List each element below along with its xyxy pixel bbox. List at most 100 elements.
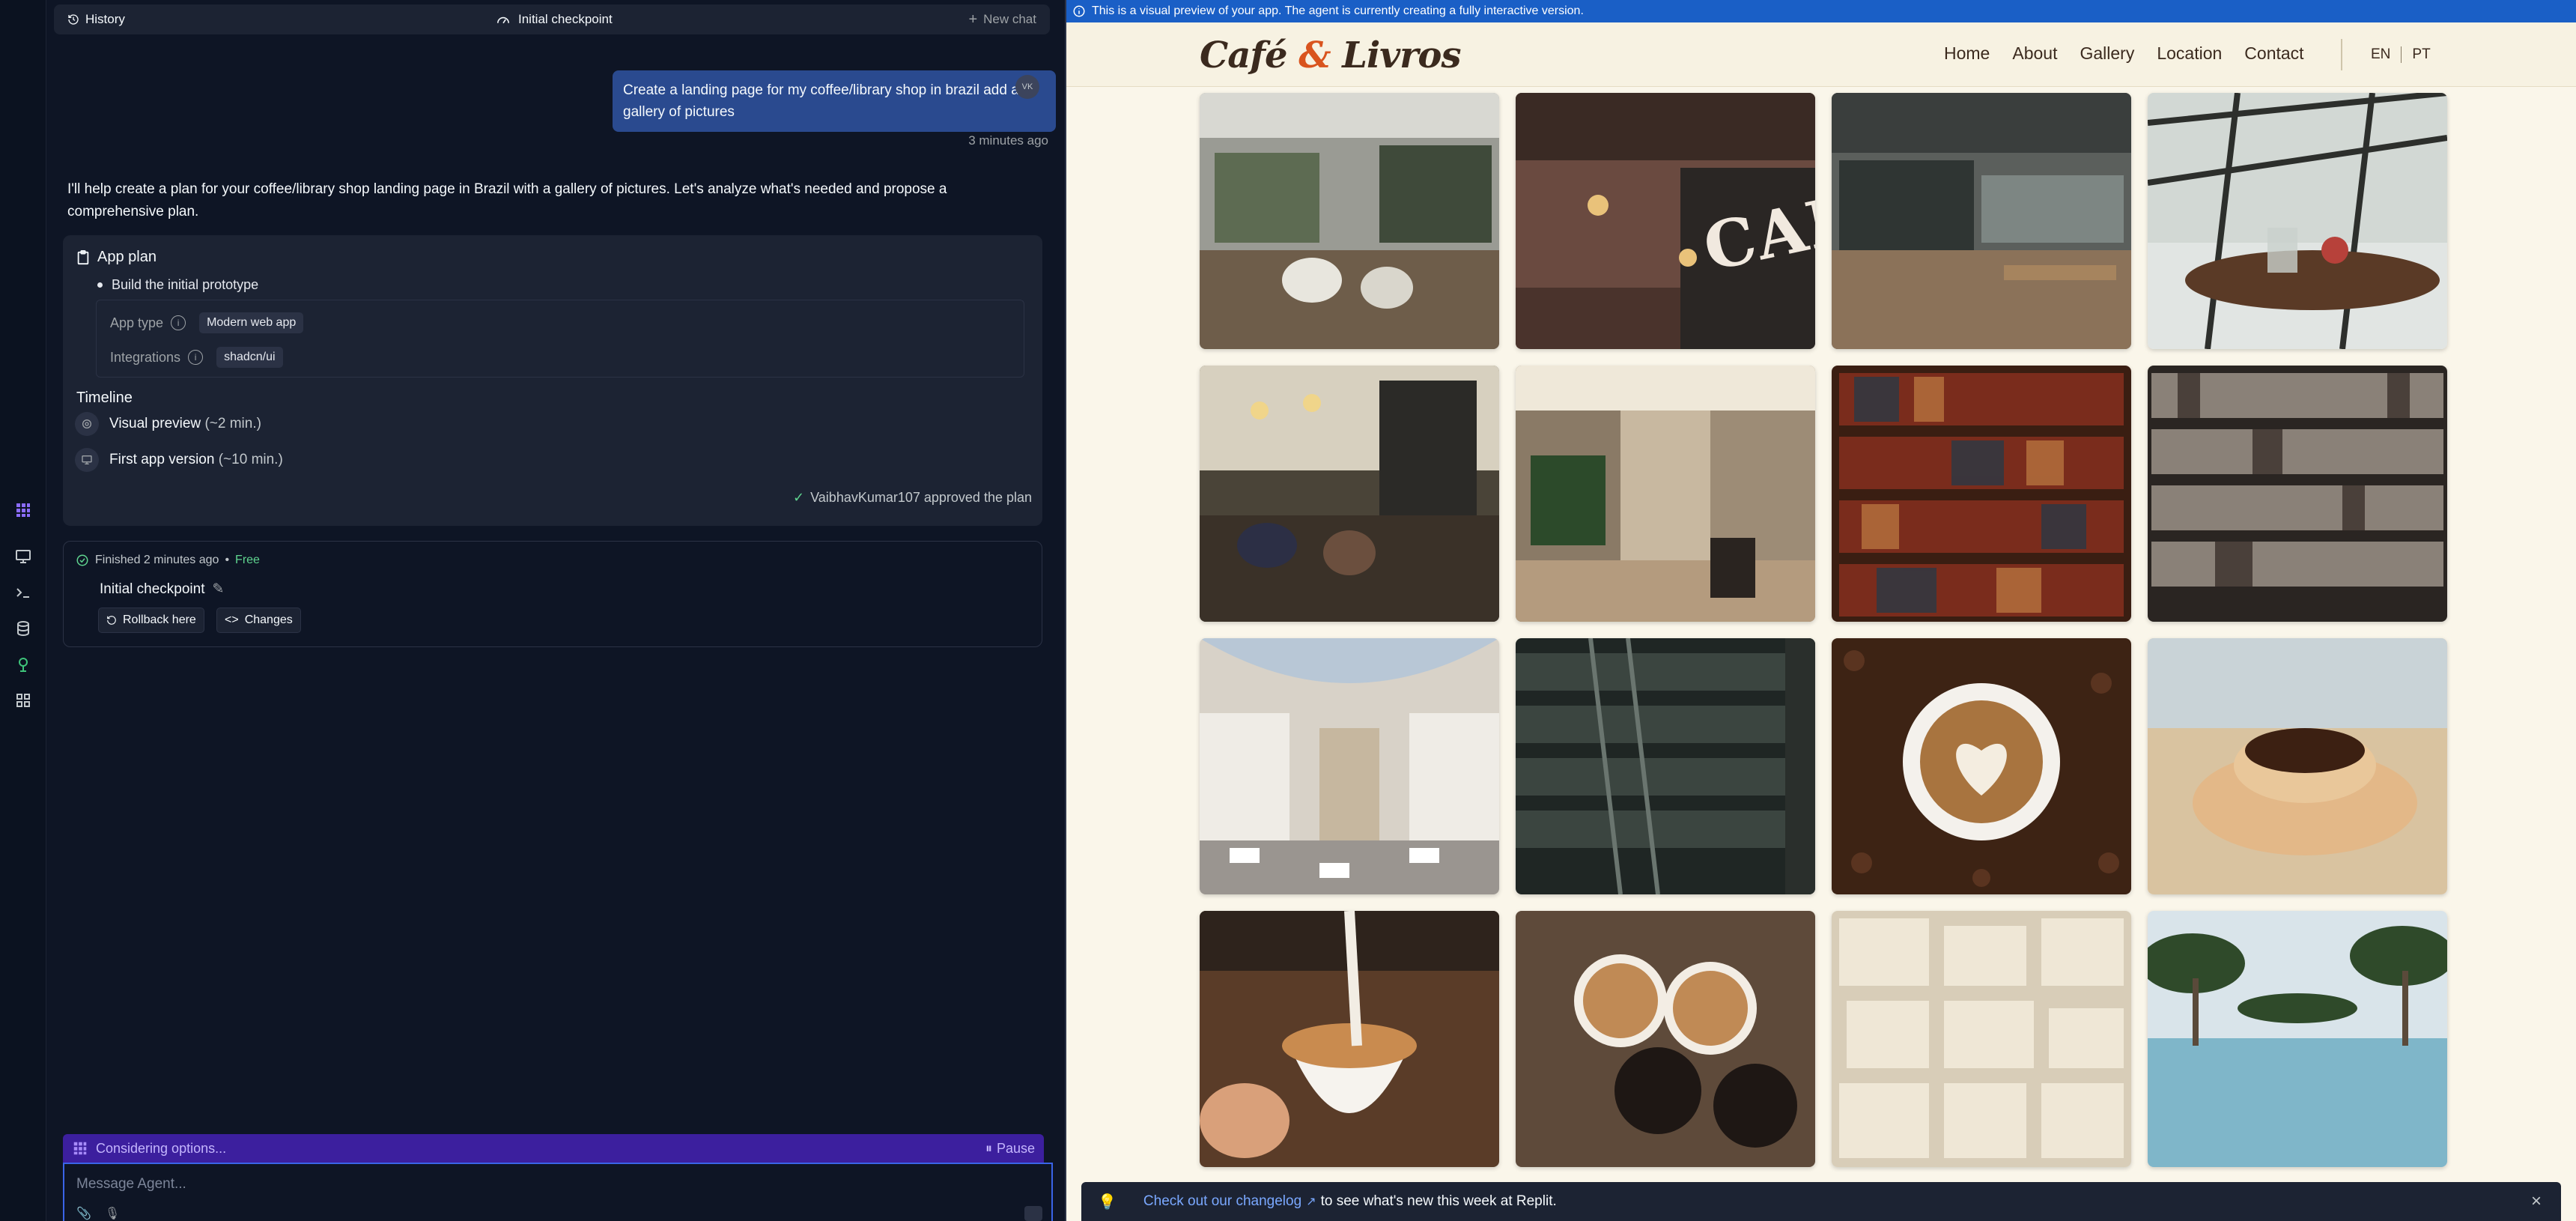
avatar[interactable]: VK <box>1015 75 1039 99</box>
nav-contact[interactable]: Contact <box>2244 43 2303 64</box>
gallery-photo-latte-pour[interactable] <box>1200 911 1499 1167</box>
check-icon: ✓ <box>793 490 805 505</box>
app-type-chip: Modern web app <box>199 312 304 333</box>
plus-icon: + <box>968 10 978 28</box>
rollback-button[interactable]: Rollback here <box>98 608 204 633</box>
site-navbar: Café & Livros Home About Gallery Locatio… <box>1066 22 2576 87</box>
agent-logo-icon[interactable] <box>9 496 37 524</box>
timeline-item-first-version: First app version (~10 min.) <box>75 448 283 472</box>
changelog-link[interactable]: Check out our changelog ↗ <box>1143 1193 1316 1210</box>
icon-rail <box>0 0 46 1221</box>
site-logo[interactable]: Café & Livros <box>1200 34 1461 76</box>
gallery-photo-bookshelf-red[interactable] <box>1832 366 2131 622</box>
eye-icon <box>75 412 99 436</box>
send-button[interactable] <box>1024 1206 1042 1221</box>
integrations-chip: shadcn/ui <box>216 347 283 368</box>
code-icon: <> <box>225 613 239 626</box>
checkpoint-status-text: Finished 2 minutes ago <box>95 554 219 566</box>
timeline-item-visual-preview: Visual preview (~2 min.) <box>75 412 261 436</box>
gallery-photo-bookshelf-gray[interactable] <box>2148 366 2447 622</box>
changes-button[interactable]: <> Changes <box>216 608 301 633</box>
lang-pt[interactable]: PT <box>2412 46 2430 63</box>
user-message: Create a landing page for my coffee/libr… <box>613 70 1056 132</box>
nav-links: Home About Gallery Location Contact <box>1944 43 2304 64</box>
pause-label: Pause <box>996 1140 1035 1156</box>
integrations-label: Integrations <box>110 349 181 365</box>
gallery-photo-grand-library[interactable] <box>1200 638 1499 894</box>
close-icon[interactable]: × <box>2531 1191 2542 1212</box>
external-link-icon: ↗ <box>1306 1196 1316 1208</box>
attach-icon[interactable]: 📎 <box>76 1206 91 1221</box>
pause-icon: ⏸ <box>985 1140 992 1156</box>
database-icon[interactable] <box>9 614 37 643</box>
lightbulb-icon: 💡 <box>1098 1193 1117 1211</box>
checkpoint-name: Initial checkpoint ✎ <box>100 581 224 598</box>
toast-text: to see what's new this week at Replit. <box>1320 1193 1557 1209</box>
monitor-icon[interactable] <box>9 542 37 571</box>
gallery-photo-busy-cafe[interactable] <box>1200 366 1499 622</box>
plan-bullet: Build the initial prototype <box>97 277 258 293</box>
gallery-photo-latte-beans[interactable] <box>1832 638 2131 894</box>
timeline-label: Visual preview <box>109 416 201 431</box>
changelog-toast: 💡 Check out our changelog ↗ to see what'… <box>1081 1182 2561 1221</box>
changelog-link-text: Check out our changelog <box>1143 1193 1302 1209</box>
logo-word-cafe: Café <box>1200 34 1299 76</box>
gallery-photo-coffee-cheers[interactable] <box>1516 911 1815 1167</box>
preview-banner: This is a visual preview of your app. Th… <box>1066 0 2576 22</box>
nav-location[interactable]: Location <box>2157 43 2222 64</box>
gallery-photo-open-books[interactable] <box>1832 911 2131 1167</box>
timeline-eta: (~10 min.) <box>218 452 283 467</box>
checkpoint-indicator[interactable]: Initial checkpoint <box>496 12 613 27</box>
gallery-photo-coffee-cup-table[interactable] <box>2148 638 2447 894</box>
gallery-photo-industrial-cafe[interactable] <box>1832 93 2131 349</box>
lang-en[interactable]: EN <box>2371 46 2390 63</box>
history-icon <box>107 616 116 625</box>
plan-details: App type i Modern web app Integrations i… <box>96 300 1024 378</box>
approval-status: ✓ VaibhavKumar107 approved the plan <box>793 490 1032 506</box>
pencil-icon[interactable]: ✎ <box>212 581 224 598</box>
nav-divider <box>2341 39 2342 70</box>
rollback-label: Rollback here <box>123 613 196 626</box>
nav-gallery[interactable]: Gallery <box>2080 43 2134 64</box>
gallery-photo-cafe-interior[interactable] <box>1200 93 1499 349</box>
approved-text: VaibhavKumar107 approved the plan <box>810 490 1032 505</box>
gallery-photo-cafe-sign[interactable]: CAFE <box>1516 93 1815 349</box>
gallery-photo-street-cafe[interactable] <box>1516 366 1815 622</box>
terminal-icon[interactable] <box>9 578 37 607</box>
history-icon <box>68 14 79 25</box>
nav-about[interactable]: About <box>2012 43 2057 64</box>
history-button[interactable]: History <box>67 12 125 27</box>
nav-home[interactable]: Home <box>1944 43 1990 64</box>
pause-button[interactable]: ⏸ Pause <box>985 1141 1035 1157</box>
gallery-photo-window-table[interactable] <box>2148 93 2447 349</box>
new-chat-label: New chat <box>983 12 1036 26</box>
agent-panel: History Initial checkpoint + New chat Cr… <box>46 0 1065 1221</box>
mic-icon[interactable]: 🎙 <box>105 1206 120 1221</box>
gallery-photo-pool-palms[interactable] <box>2148 911 2447 1167</box>
agent-logo-icon <box>73 1142 87 1155</box>
app-type-row: App type i Modern web app <box>110 312 304 333</box>
info-icon[interactable]: i <box>171 315 186 330</box>
agent-topbar: History Initial checkpoint + New chat <box>54 4 1050 34</box>
clipboard-icon <box>77 249 89 264</box>
plan-title-text: App plan <box>97 249 157 265</box>
gauge-icon <box>497 16 509 24</box>
deploy-icon[interactable] <box>9 650 37 679</box>
message-input[interactable] <box>76 1176 975 1193</box>
new-chat-button[interactable]: + New chat <box>968 11 1036 28</box>
info-icon[interactable]: i <box>188 350 204 365</box>
message-timestamp: 3 minutes ago <box>968 133 1048 148</box>
check-circle-icon <box>76 554 88 566</box>
checkpoint-status: Finished 2 minutes ago • Free <box>76 554 260 567</box>
apps-grid-icon[interactable] <box>9 686 37 715</box>
app-type-label: App type <box>110 315 164 330</box>
timeline-eta: (~2 min.) <box>204 416 261 431</box>
timeline-title: Timeline <box>76 390 133 406</box>
timeline-label: First app version <box>109 452 215 467</box>
checkpoint-card: Finished 2 minutes ago • Free Initial ch… <box>63 541 1042 647</box>
checkpoint-label: Initial checkpoint <box>518 12 613 26</box>
language-switcher: EN PT <box>2371 46 2431 63</box>
info-icon <box>1073 5 1085 17</box>
gallery-photo-library-ladder[interactable] <box>1516 638 1815 894</box>
plan-title: App plan <box>76 249 157 266</box>
